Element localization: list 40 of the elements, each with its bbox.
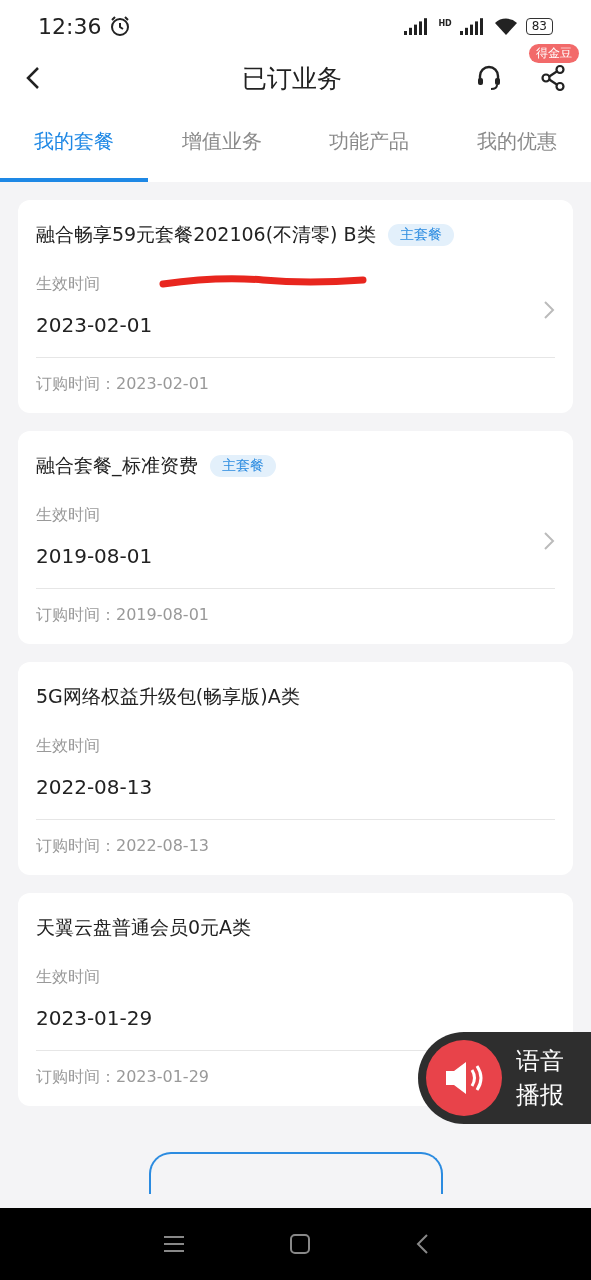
effective-label: 生效时间 xyxy=(36,736,100,757)
back-icon[interactable] xyxy=(415,1233,430,1255)
plan-tag: 主套餐 xyxy=(387,224,454,246)
effective-label: 生效时间 xyxy=(36,967,100,988)
speaker-icon xyxy=(426,1040,502,1116)
signal-icon xyxy=(459,17,486,35)
effective-date: 2022-08-13 xyxy=(36,775,555,820)
order-time: 订购时间：2023-01-29 xyxy=(36,1067,210,1088)
effective-date: 2023-02-01 xyxy=(36,313,555,358)
plan-card[interactable]: 5G网络权益升级包(畅享版)A类 生效时间 2022-08-13 订购时间：2022-08-13 xyxy=(18,662,573,875)
plan-card[interactable]: 融合畅享59元套餐202106(不清零) B类 主套餐 生效时间 2023-02-01 订购时间：2023-02-01 xyxy=(18,200,573,413)
order-time: 订购时间：2019-08-01 xyxy=(36,605,210,626)
hd-label: HD xyxy=(438,19,452,28)
order-time: 订购时间：2022-08-13 xyxy=(36,836,210,857)
plan-tag: 主套餐 xyxy=(209,455,276,477)
plan-card[interactable]: 融合套餐_标准资费 主套餐 生效时间 2019-08-01 订购时间：2019-08-01 xyxy=(18,431,573,644)
order-time: 订购时间：2023-02-01 xyxy=(36,374,210,395)
plan-title: 融合套餐_标准资费 xyxy=(36,453,198,479)
plan-title: 融合畅享59元套餐202106(不清零) B类 xyxy=(36,222,376,247)
tab[interactable]: 我的套餐 xyxy=(0,104,148,182)
share-icon[interactable] xyxy=(539,64,567,92)
tab[interactable]: 功能产品 xyxy=(295,104,444,182)
plan-title: 天翼云盘普通会员0元A类 xyxy=(36,915,252,940)
chevron-icon xyxy=(543,300,555,320)
outline-button[interactable] xyxy=(148,1152,443,1194)
wifi-icon xyxy=(493,17,518,35)
effective-label: 生效时间 xyxy=(36,505,100,526)
effective-label: 生效时间 xyxy=(36,274,100,295)
battery-level: 83 xyxy=(525,17,553,35)
home-icon[interactable] xyxy=(289,1233,312,1255)
alarm-icon xyxy=(109,15,132,37)
headset-icon[interactable] xyxy=(475,64,503,92)
menu-icon[interactable] xyxy=(161,1234,186,1254)
page-title: 已订业务 xyxy=(240,62,343,95)
voice-broadcast-button[interactable]: 语音 播报 xyxy=(418,1032,591,1124)
plan-title: 5G网络权益升级包(畅享版)A类 xyxy=(36,684,300,709)
chevron-icon xyxy=(543,531,555,551)
tab[interactable]: 我的优惠 xyxy=(443,104,591,182)
effective-date: 2019-08-01 xyxy=(36,544,555,589)
status-time: 12:36 xyxy=(38,13,102,39)
